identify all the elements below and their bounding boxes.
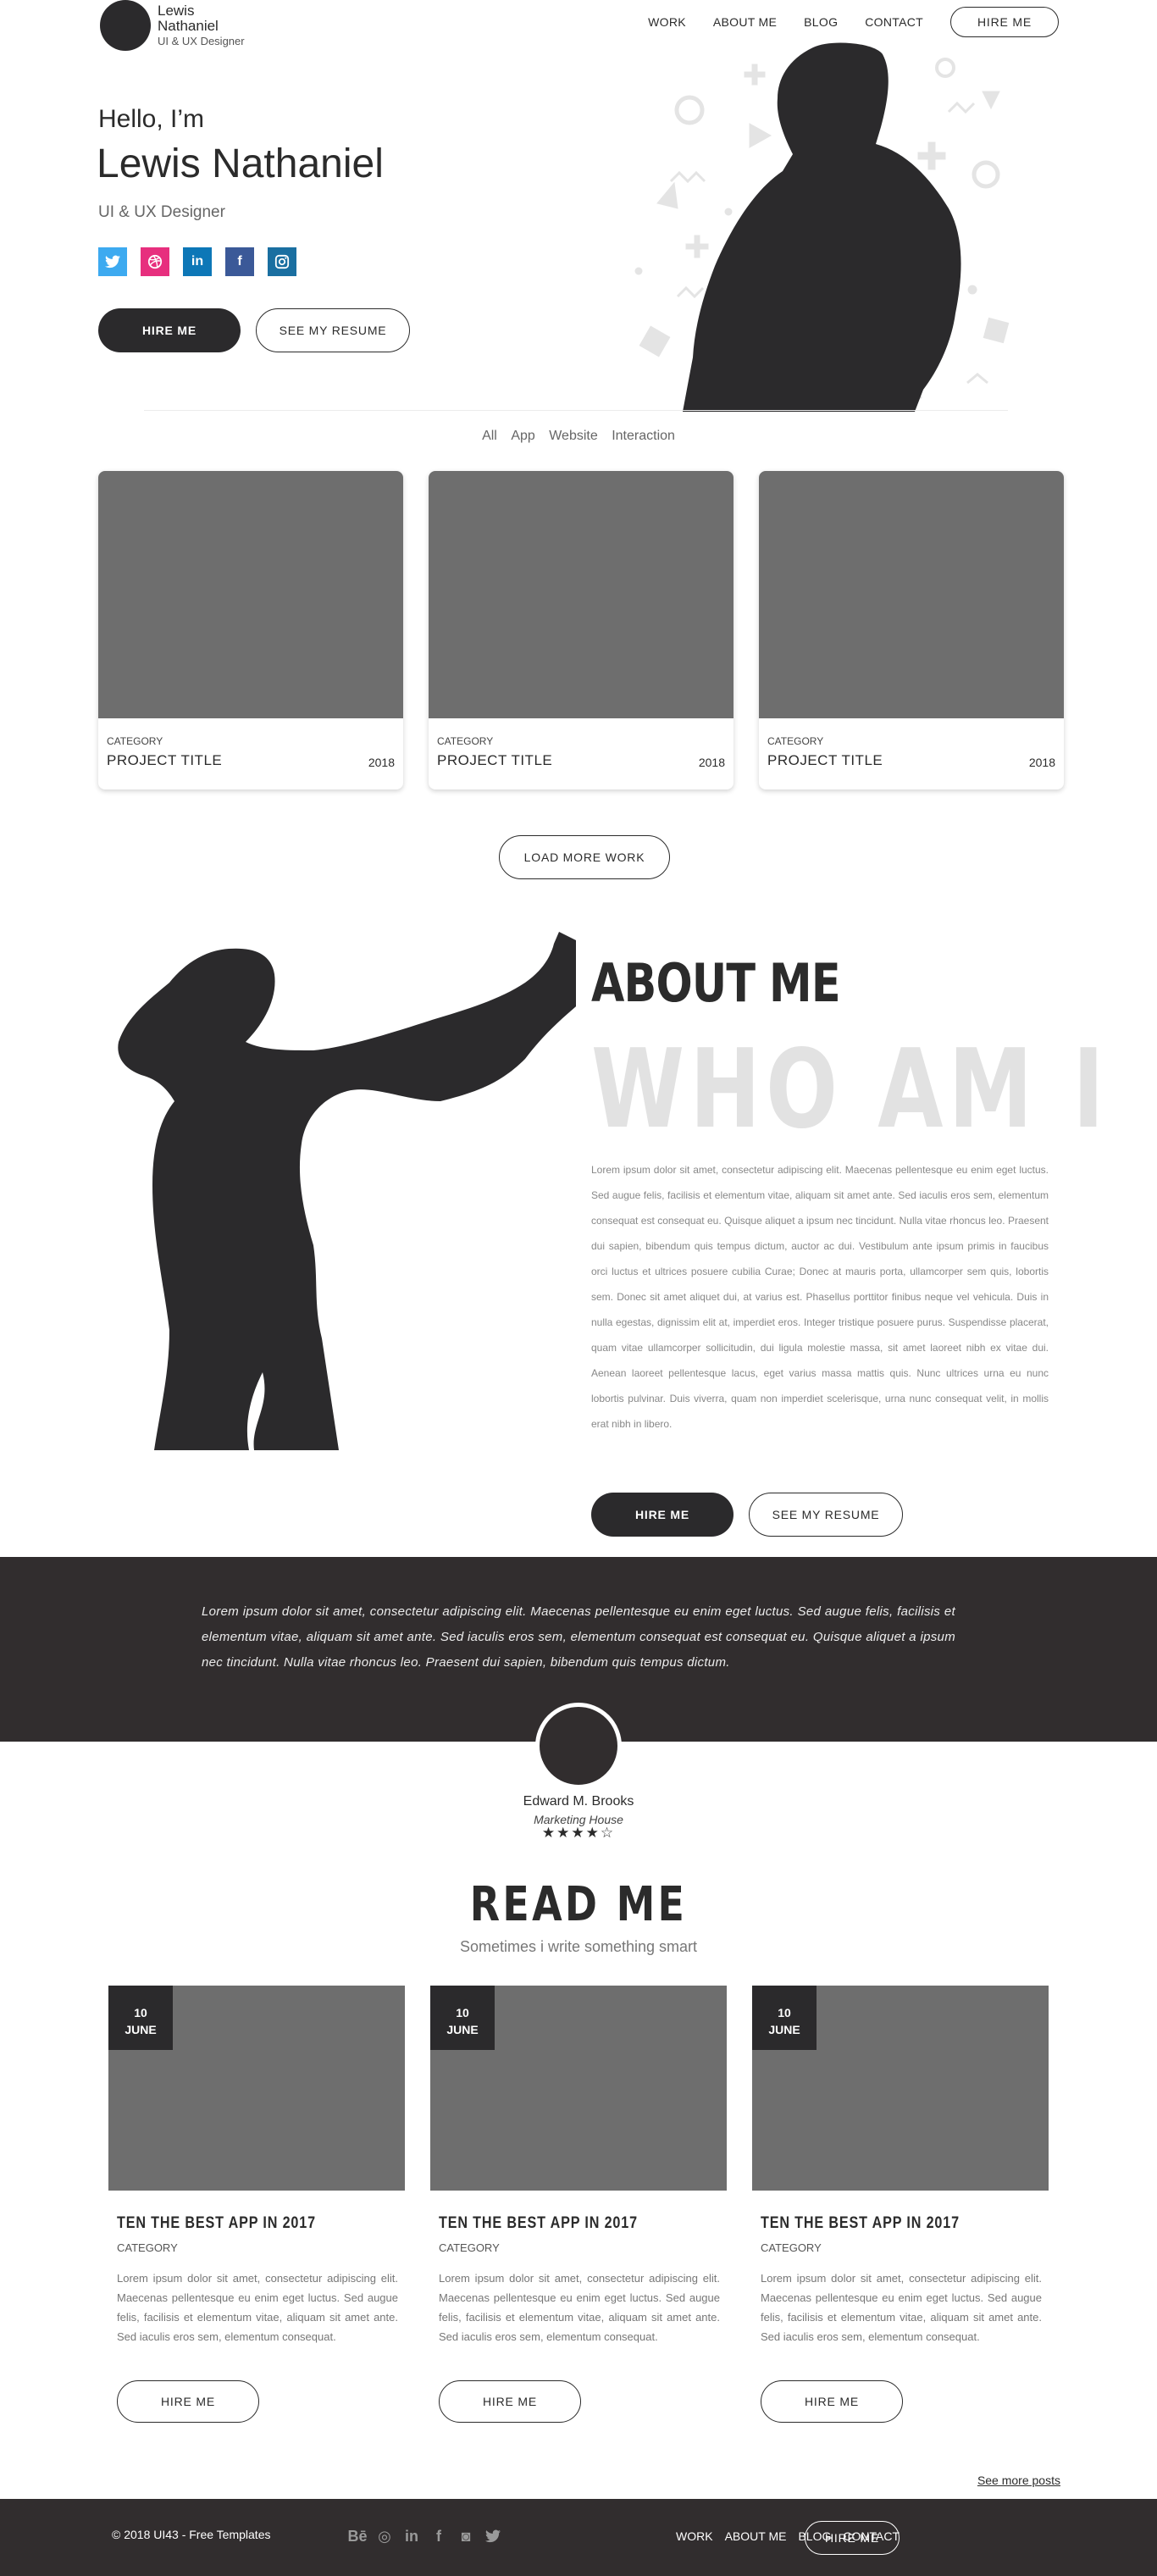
see-resume-button[interactable]: SEE MY RESUME (256, 308, 410, 352)
project-card[interactable]: CATEGORY PROJECT TITLE 2018 (759, 471, 1064, 789)
hire-me-button[interactable]: HIRE ME (98, 308, 241, 352)
project-title: PROJECT TITLE (437, 752, 553, 768)
post-date-badge: 10 JUNE (752, 1986, 817, 2050)
hero-portrait-silhouette (634, 42, 1010, 412)
linkedin-icon[interactable]: in (183, 247, 212, 276)
project-thumbnail (98, 471, 403, 718)
post-day: 10 (456, 2006, 469, 2019)
post-date-badge: 10 JUNE (430, 1986, 495, 2050)
dribbble-icon[interactable] (141, 247, 169, 276)
post-excerpt: Lorem ipsum dolor sit amet, consectetur … (439, 2272, 720, 2343)
post-category: CATEGORY (439, 2241, 500, 2254)
hero-role: UI & UX Designer (98, 203, 225, 221)
filter-all[interactable]: All (482, 429, 497, 443)
footer-nav-about[interactable]: ABOUT ME (725, 2529, 787, 2543)
hero-name: Lewis Nathaniel (97, 141, 384, 186)
load-more-button[interactable]: LOAD MORE WORK (499, 835, 670, 879)
header-hire-button[interactable]: HIRE ME (950, 7, 1059, 37)
post-excerpt: Lorem ipsum dolor sit amet, consectetur … (117, 2272, 398, 2343)
post-image[interactable]: 10 JUNE (108, 1986, 405, 2191)
footer-nav-work[interactable]: WORK (676, 2529, 713, 2543)
project-thumbnail (759, 471, 1064, 718)
about-silhouette (118, 932, 576, 1450)
post-title[interactable]: TEN THE BEST APP IN 2017 (117, 2214, 316, 2233)
brand[interactable]: Lewis Nathaniel UI & UX Designer (100, 0, 245, 51)
filter-app[interactable]: App (511, 429, 534, 443)
project-year: 2018 (1028, 756, 1055, 769)
post-date-badge: 10 JUNE (108, 1986, 173, 2050)
portfolio-filters: All App Website Interaction (0, 429, 1157, 444)
instagram-icon[interactable] (268, 247, 296, 276)
project-year: 2018 (698, 756, 725, 769)
instagram-icon[interactable]: ◙ (452, 2523, 479, 2550)
blog-post-card: 10 JUNE TEN THE BEST APP IN 2017 CATEGORY… (752, 1986, 1049, 2426)
testimonial-quote: Lorem ipsum dolor sit amet, consectetur … (202, 1604, 955, 1670)
nav-work[interactable]: WORK (648, 15, 686, 29)
project-category: CATEGORY (107, 735, 163, 747)
social-links: in f (98, 247, 310, 276)
post-day: 10 (134, 2006, 147, 2019)
post-month: JUNE (446, 2023, 479, 2036)
dribbble-icon[interactable]: ◎ (371, 2523, 398, 2550)
post-category: CATEGORY (117, 2241, 178, 2254)
project-year: 2018 (368, 756, 395, 769)
logo-avatar (100, 0, 151, 51)
nav-blog[interactable]: BLOG (804, 15, 838, 29)
project-title: PROJECT TITLE (767, 752, 883, 768)
post-image[interactable]: 10 JUNE (430, 1986, 727, 2191)
brand-role: UI & UX Designer (158, 35, 245, 48)
site-footer: © 2018 UI43 - Free Templates Bē ◎ in f ◙… (0, 2499, 1157, 2576)
project-thumbnail (429, 471, 734, 718)
post-hire-me-button[interactable]: HIRE ME (117, 2380, 259, 2423)
see-more-posts-link[interactable]: See more posts (977, 2474, 1060, 2487)
post-month: JUNE (768, 2023, 800, 2036)
brand-text: Lewis Nathaniel UI & UX Designer (158, 3, 245, 47)
twitter-icon[interactable] (479, 2523, 507, 2550)
reviewer-name: Edward M. Brooks (523, 1794, 634, 1809)
copyright: © 2018 UI43 - Free Templates (112, 2528, 271, 2541)
blog-title: READ ME (469, 1877, 688, 1932)
post-hire-me-button[interactable]: HIRE ME (439, 2380, 581, 2423)
about-subtitle: WHO AM I (591, 1027, 1110, 1153)
post-hire-me-button[interactable]: HIRE ME (761, 2380, 903, 2423)
filter-website[interactable]: Website (549, 429, 598, 443)
footer-hire-button[interactable]: HIRE ME (805, 2521, 900, 2555)
project-category: CATEGORY (437, 735, 494, 747)
post-image[interactable]: 10 JUNE (752, 1986, 1049, 2191)
hero-divider (144, 410, 1008, 411)
post-month: JUNE (125, 2023, 157, 2036)
post-excerpt: Lorem ipsum dolor sit amet, consectetur … (761, 2272, 1042, 2343)
post-title[interactable]: TEN THE BEST APP IN 2017 (439, 2214, 638, 2233)
footer-social-icons: Bē ◎ in f ◙ (344, 2523, 507, 2550)
reviewer-avatar (535, 1703, 622, 1789)
hero-hello: Hello, I’m (98, 105, 205, 133)
about-text: Lorem ipsum dolor sit amet, consectetur … (591, 1164, 1049, 1430)
about-buttons: HIRE ME SEE MY RESUME (591, 1493, 903, 1537)
about-see-resume-button[interactable]: SEE MY RESUME (749, 1493, 903, 1537)
project-card[interactable]: CATEGORY PROJECT TITLE 2018 (429, 471, 734, 789)
post-title[interactable]: TEN THE BEST APP IN 2017 (761, 2214, 960, 2233)
twitter-icon[interactable] (98, 247, 127, 276)
facebook-icon[interactable]: f (225, 247, 254, 276)
project-title: PROJECT TITLE (107, 752, 223, 768)
linkedin-icon[interactable]: in (398, 2523, 425, 2550)
blog-post-card: 10 JUNE TEN THE BEST APP IN 2017 CATEGORY… (430, 1986, 727, 2426)
about-hire-me-button[interactable]: HIRE ME (591, 1493, 734, 1537)
hero-buttons: HIRE ME SEE MY RESUME (98, 308, 410, 352)
star-rating: ★★★★☆ (541, 1825, 616, 1841)
brand-name: Lewis Nathaniel (158, 3, 219, 35)
project-card[interactable]: CATEGORY PROJECT TITLE 2018 (98, 471, 403, 789)
post-day: 10 (778, 2006, 791, 2019)
post-category: CATEGORY (761, 2241, 822, 2254)
nav-contact[interactable]: CONTACT (865, 15, 923, 29)
filter-interaction[interactable]: Interaction (612, 429, 675, 443)
facebook-icon[interactable]: f (425, 2523, 452, 2550)
main-nav: WORK ABOUT ME BLOG CONTACT HIRE ME (648, 7, 1059, 37)
project-category: CATEGORY (767, 735, 824, 747)
about-title: ABOUT ME (591, 952, 841, 1014)
behance-icon[interactable]: Bē (344, 2523, 371, 2550)
blog-post-card: 10 JUNE TEN THE BEST APP IN 2017 CATEGORY… (108, 1986, 405, 2426)
nav-about[interactable]: ABOUT ME (713, 15, 777, 29)
blog-subtitle: Sometimes i write something smart (459, 1938, 698, 1955)
